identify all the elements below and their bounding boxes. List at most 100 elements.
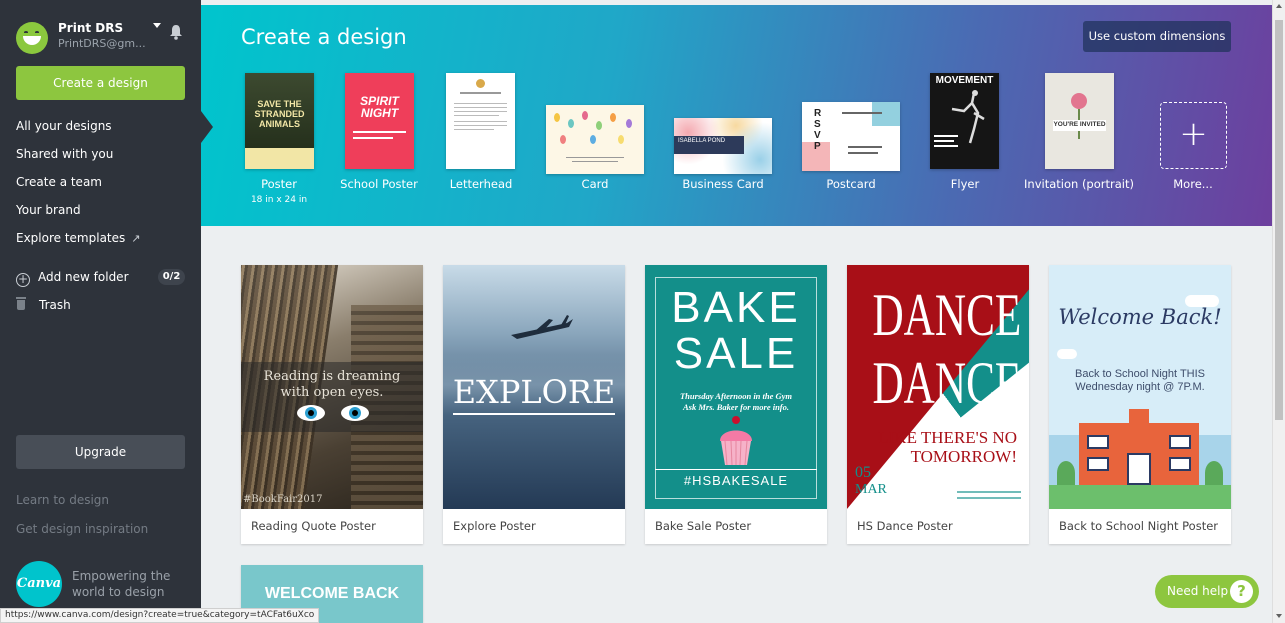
explore-title: EXPLORE	[452, 373, 616, 411]
design-card-reading-quote[interactable]: Reading is dreaming with open eyes. #Boo…	[241, 265, 423, 544]
invitation-thumbnail: YOU'RE INVITED	[1045, 73, 1114, 169]
profile-menu[interactable]: Print DRS PrintDRS@gm...	[16, 20, 196, 56]
business-card-thumb-text: ISABELLA POND	[678, 138, 726, 144]
template-label: Business Card	[682, 177, 764, 191]
design-card-hs-dance[interactable]: DANCE DANCE LIKE THERE'S NO TOMORROW! 05…	[847, 265, 1029, 544]
plus-icon: +	[1160, 102, 1227, 169]
learn-to-design-link[interactable]: Learn to design	[16, 493, 109, 507]
postcard-thumbnail: RSVP	[802, 102, 900, 171]
template-label: Postcard	[826, 177, 876, 191]
nav-explore-templates[interactable]: Explore templates ↗	[0, 224, 201, 252]
upgrade-button[interactable]: Upgrade	[16, 435, 185, 469]
hs-dance-line2: DANCE	[872, 350, 1022, 416]
invitation-thumb-text: YOU'RE INVITED	[1053, 121, 1106, 128]
add-folder-button[interactable]: + Add new folder	[16, 268, 129, 287]
bake-sale-line1: BAKE	[671, 283, 801, 332]
explore-image: EXPLORE	[443, 265, 625, 509]
back-to-school-image: Welcome Back! Back to School Night THIS …	[1049, 265, 1231, 509]
create-design-header: Create a design Use custom dimensions SA…	[201, 5, 1272, 226]
letterhead-thumbnail	[446, 73, 515, 169]
external-link-icon: ↗	[131, 232, 141, 245]
avatar-eye-right	[35, 31, 39, 34]
reading-quote-line2: with open eyes.	[280, 385, 384, 400]
template-label: Invitation (portrait)	[1024, 177, 1134, 191]
card-caption: HS Dance Poster	[857, 519, 953, 533]
create-design-button[interactable]: Create a design	[16, 66, 185, 100]
poster-thumbnail: SAVE THE STRANDED ANIMALS	[245, 73, 314, 169]
template-label: School Poster	[340, 177, 418, 191]
nav-all-designs[interactable]: All your designs	[0, 112, 201, 140]
avatar-smile	[23, 36, 41, 45]
hs-dance-line1: DANCE	[872, 282, 1022, 348]
school-poster-thumbnail: SPIRIT NIGHT	[345, 73, 414, 169]
scroll-thumb[interactable]	[1275, 20, 1283, 420]
need-help-label: Need help	[1167, 584, 1229, 598]
nav-shared-with-you[interactable]: Shared with you	[0, 140, 201, 168]
tagline: Empowering the world to design	[72, 569, 171, 599]
school-poster-thumb-text: SPIRIT NIGHT	[360, 94, 399, 120]
bell-icon[interactable]	[169, 24, 183, 40]
airplane-icon	[511, 315, 573, 339]
hs-dance-date-month: MAR	[855, 482, 887, 497]
hs-dance-date-day: 05	[855, 464, 871, 481]
card-caption: Explore Poster	[453, 519, 536, 533]
avatar[interactable]	[16, 22, 48, 54]
nav-label: Create a team	[16, 175, 102, 189]
nav-label: Explore templates	[16, 231, 126, 245]
profile-email: PrintDRS@gm...	[58, 37, 146, 50]
sidebar: Print DRS PrintDRS@gm... Create a design…	[0, 0, 201, 623]
page-title: Create a design	[241, 25, 407, 49]
eye-icon	[341, 405, 369, 421]
trash-link[interactable]: Trash	[16, 296, 71, 314]
reading-quote-line1: Reading is dreaming	[263, 369, 401, 384]
flyer-thumbnail: MOVEMENT	[930, 73, 999, 169]
scrollbar[interactable]	[1272, 0, 1285, 623]
back-to-school-title: Welcome Back!	[1058, 305, 1222, 329]
profile-name: Print DRS	[58, 21, 124, 35]
bake-sale-line2: SALE	[673, 329, 799, 378]
design-card-explore[interactable]: EXPLORE Explore Poster	[443, 265, 625, 544]
cupcake-icon	[720, 416, 752, 466]
hs-dance-line4: TOMORROW!	[910, 447, 1017, 466]
nav-create-team[interactable]: Create a team	[0, 168, 201, 196]
card-thumbnail	[546, 105, 644, 174]
template-label: Poster	[261, 177, 297, 191]
card-caption: Bake Sale Poster	[655, 519, 752, 533]
trash-label: Trash	[39, 298, 71, 312]
question-icon: ?	[1230, 580, 1253, 603]
business-card-thumbnail: ISABELLA POND	[674, 118, 772, 174]
custom-dimensions-button[interactable]: Use custom dimensions	[1083, 21, 1231, 52]
school-building-icon	[1079, 409, 1199, 485]
hs-dance-image: DANCE DANCE LIKE THERE'S NO TOMORROW! 05…	[847, 265, 1029, 509]
scroll-down-icon[interactable]	[1276, 614, 1282, 618]
flyer-thumb-text: MOVEMENT	[935, 75, 994, 86]
scroll-up-icon[interactable]	[1276, 4, 1282, 8]
postcard-thumb-text: RSVP	[814, 108, 822, 152]
plus-circle-icon: +	[16, 272, 30, 287]
nav-label: All your designs	[16, 119, 112, 133]
card-caption: Back to School Night Poster	[1059, 519, 1219, 533]
trash-icon	[16, 297, 26, 310]
hs-dance-line3: LIKE THERE'S NO	[878, 428, 1017, 447]
bake-sale-image: BAKE SALE Thursday Afternoon in the Gym …	[645, 265, 827, 509]
poster-thumb-text: SAVE THE STRANDED ANIMALS	[254, 99, 305, 129]
template-label: Card	[581, 177, 609, 191]
active-nav-indicator	[201, 111, 213, 143]
nav-label: Your brand	[16, 203, 81, 217]
design-card-bake-sale[interactable]: BAKE SALE Thursday Afternoon in the Gym …	[645, 265, 827, 544]
add-folder-label: Add new folder	[38, 270, 129, 284]
nav-label: Shared with you	[16, 147, 114, 161]
template-label: Flyer	[950, 177, 980, 191]
need-help-button[interactable]: Need help ?	[1155, 575, 1259, 608]
design-inspiration-link[interactable]: Get design inspiration	[16, 522, 148, 536]
canva-logo[interactable]: Canva	[16, 561, 62, 607]
nav-your-brand[interactable]: Your brand	[0, 196, 201, 224]
avatar-eye-left	[24, 31, 28, 34]
template-label: More...	[1173, 177, 1213, 191]
folder-count-badge: 0/2	[158, 269, 185, 285]
chevron-down-icon[interactable]	[153, 23, 161, 28]
template-label: Letterhead	[449, 177, 513, 191]
design-card-back-to-school[interactable]: Welcome Back! Back to School Night THIS …	[1049, 265, 1231, 544]
reading-quote-image: Reading is dreaming with open eyes. #Boo…	[241, 265, 423, 509]
eye-icon	[297, 405, 325, 421]
